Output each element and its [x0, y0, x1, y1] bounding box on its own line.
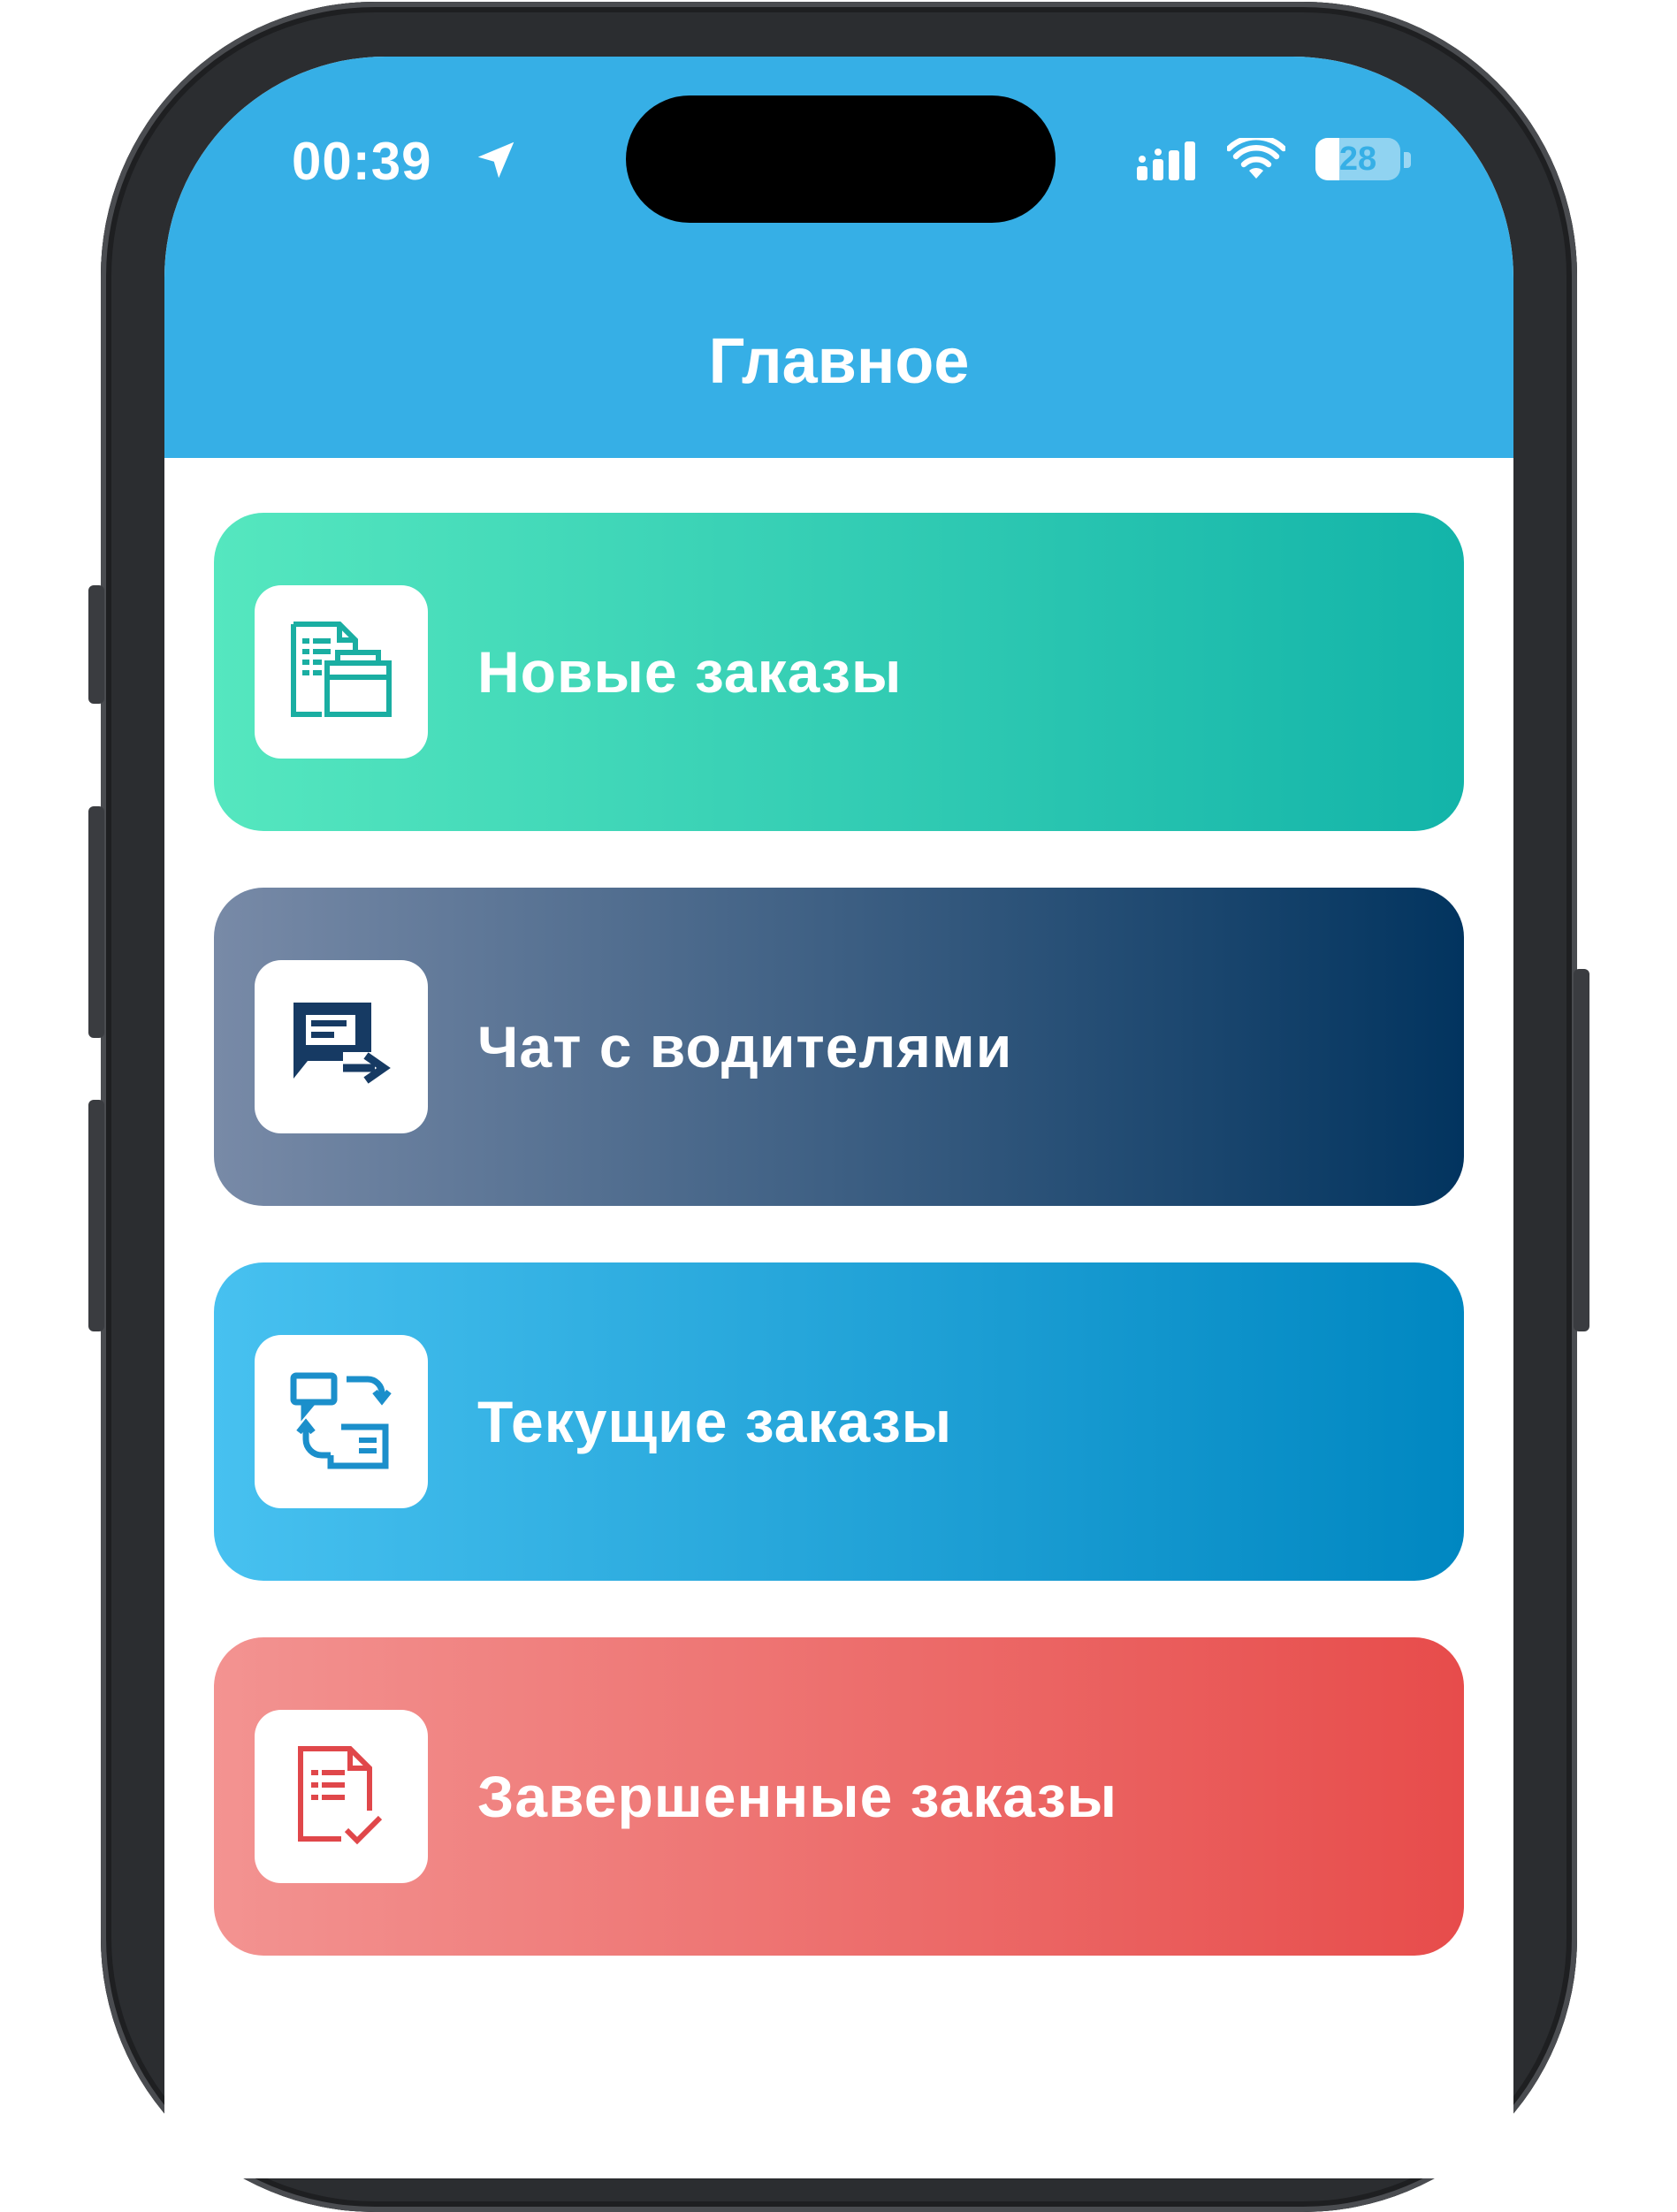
current-orders-label: Текущие заказы [477, 1389, 953, 1454]
driver-chat-button[interactable]: Чат с водителями [214, 888, 1464, 1206]
completed-orders-icon [298, 1746, 383, 1845]
wifi-icon [1227, 138, 1285, 179]
new-orders-icon [291, 622, 392, 717]
dynamic-island [626, 95, 1056, 223]
battery-cap [1404, 152, 1411, 168]
phone-screen: 00:39 28 Главное Новые заказы Чат с води… [164, 57, 1513, 2178]
volume-down-button [88, 1100, 104, 1331]
action-button [88, 585, 104, 704]
location-arrow-icon [477, 141, 515, 179]
app-header: 00:39 28 Главное [164, 57, 1513, 458]
completed-orders-label: Завершенные заказы [477, 1764, 1117, 1829]
current-orders-icon [290, 1372, 392, 1469]
completed-orders-icon-box [255, 1710, 428, 1883]
status-time: 00:39 [292, 132, 432, 191]
chat-icon [293, 1003, 391, 1084]
new-orders-button[interactable]: Новые заказы [214, 513, 1464, 831]
completed-orders-button[interactable]: Завершенные заказы [214, 1637, 1464, 1956]
chat-icon-box [255, 960, 428, 1133]
current-orders-button[interactable]: Текущие заказы [214, 1262, 1464, 1581]
page-title: Главное [708, 326, 970, 397]
battery-level: 28 [1338, 141, 1377, 178]
power-button [1574, 969, 1589, 1331]
volume-up-button [88, 806, 104, 1038]
new-orders-icon-box [255, 585, 428, 759]
new-orders-label: Новые заказы [477, 639, 903, 705]
driver-chat-label: Чат с водителями [477, 1014, 1013, 1079]
cellular-signal-icon [1137, 141, 1195, 180]
battery-icon: 28 [1315, 138, 1400, 180]
current-orders-icon-box [255, 1335, 428, 1508]
